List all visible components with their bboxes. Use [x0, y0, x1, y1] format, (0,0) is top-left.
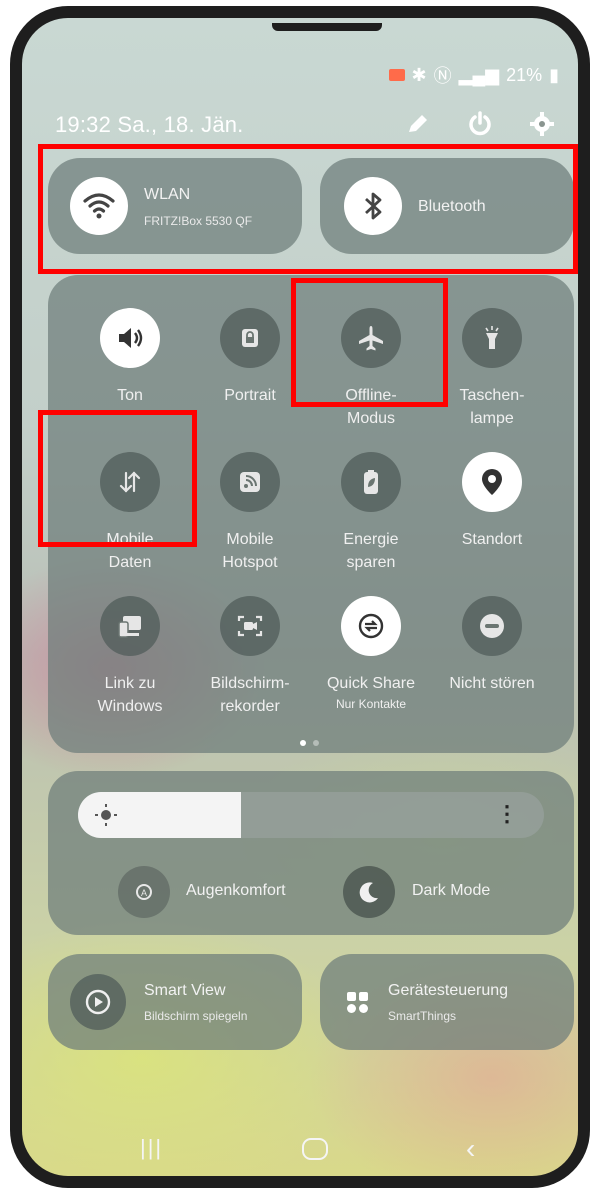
eye-comfort-button[interactable]: A	[118, 866, 170, 918]
highlight-offline-mode	[291, 278, 448, 407]
screen-recorder-icon[interactable]	[220, 596, 280, 656]
hotspot-icon[interactable]	[220, 452, 280, 512]
device-control-icon	[347, 992, 368, 1013]
signal-icon: ▂▄▆	[458, 64, 500, 85]
quick-toggle[interactable]: Bildschirm- rekorder	[190, 596, 310, 718]
back-button[interactable]: ‹	[466, 1133, 475, 1165]
battery-percent: 21%	[506, 64, 543, 85]
quick-toggle-label: Quick Share	[326, 675, 416, 692]
quick-toggle[interactable]: Link zu Windows	[70, 596, 190, 718]
speaker-icon[interactable]	[100, 308, 160, 368]
moon-icon	[359, 882, 378, 903]
svg-text:A: A	[141, 888, 147, 898]
page-indicator	[300, 733, 320, 751]
quick-toggle-note: Nur Kontakte	[335, 697, 407, 711]
date-time: 19:32 Sa., 18. Jän.	[55, 112, 244, 138]
eye-comfort-label: Augenkomfort	[186, 882, 286, 899]
device-control-tile[interactable]: Gerätesteuerung SmartThings	[320, 954, 574, 1050]
dark-mode-button[interactable]	[343, 866, 395, 918]
more-options-icon[interactable]: ⋮	[496, 801, 518, 827]
location-pin-icon[interactable]	[462, 452, 522, 512]
device-control-label: Gerätesteuerung	[388, 982, 509, 999]
quick-toggle[interactable]: Nicht stören	[432, 596, 552, 695]
clock: 19:32	[55, 112, 112, 137]
dark-mode-label: Dark Mode	[412, 882, 491, 899]
smart-view-tile[interactable]: Smart View Bildschirm spiegeln	[48, 954, 302, 1050]
battery-saver-icon[interactable]	[341, 452, 401, 512]
quick-toggle[interactable]: Standort	[432, 452, 552, 551]
quick-toggle-label: Standort	[461, 531, 523, 548]
smart-view-button[interactable]	[70, 974, 126, 1030]
brightness-slider[interactable]: ⋮	[78, 792, 544, 838]
quick-toggle[interactable]: Taschen- lampe	[432, 308, 552, 430]
smart-view-label: Smart View	[144, 982, 226, 999]
header-actions	[404, 110, 556, 138]
nfc-icon: Ⓝ	[433, 66, 452, 86]
cast-icon	[388, 69, 405, 81]
quick-toggle-label: Link zu Windows	[97, 675, 163, 715]
edit-pencil-icon[interactable]	[404, 110, 432, 138]
quick-toggle-label: Energie sparen	[343, 531, 399, 571]
quick-toggle-label: Mobile Hotspot	[222, 531, 278, 571]
camera-notch	[272, 23, 382, 31]
rotation-lock-icon[interactable]	[220, 308, 280, 368]
smart-view-icon	[85, 989, 111, 1015]
quick-share-icon[interactable]	[341, 596, 401, 656]
battery-icon: ▮	[549, 64, 559, 85]
quick-toggle[interactable]: Energie sparen	[311, 452, 431, 574]
home-button[interactable]	[302, 1138, 328, 1160]
quick-toggle-label: Nicht stören	[449, 675, 535, 692]
quick-toggle[interactable]: Ton	[70, 308, 190, 407]
recent-apps-button[interactable]: |||	[140, 1135, 163, 1161]
highlight-mobile-data	[38, 410, 197, 547]
device-control-sublabel: SmartThings	[388, 1009, 457, 1023]
quick-toggle[interactable]: Mobile Hotspot	[190, 452, 310, 574]
date: Sa., 18. Jän.	[117, 112, 244, 137]
eye-comfort-icon: A	[136, 884, 152, 900]
power-icon[interactable]	[466, 110, 494, 138]
link-to-windows-icon[interactable]	[100, 596, 160, 656]
quick-toggle[interactable]: Quick Share Nur Kontakte	[311, 596, 431, 711]
sun-icon	[95, 804, 117, 826]
do-not-disturb-icon[interactable]	[462, 596, 522, 656]
bluetooth-status-icon: ✱	[411, 64, 427, 85]
flashlight-icon[interactable]	[462, 308, 522, 368]
smart-view-sublabel: Bildschirm spiegeln	[144, 1009, 248, 1023]
quick-toggle-label: Taschen- lampe	[459, 387, 525, 427]
gear-icon[interactable]	[528, 110, 556, 138]
quick-toggle-label: Bildschirm- rekorder	[210, 675, 290, 715]
quick-toggle-label: Ton	[117, 387, 143, 404]
highlight-wlan-bluetooth	[38, 144, 578, 274]
status-bar: ✱ Ⓝ ▂▄▆ 21% ▮	[388, 62, 559, 88]
